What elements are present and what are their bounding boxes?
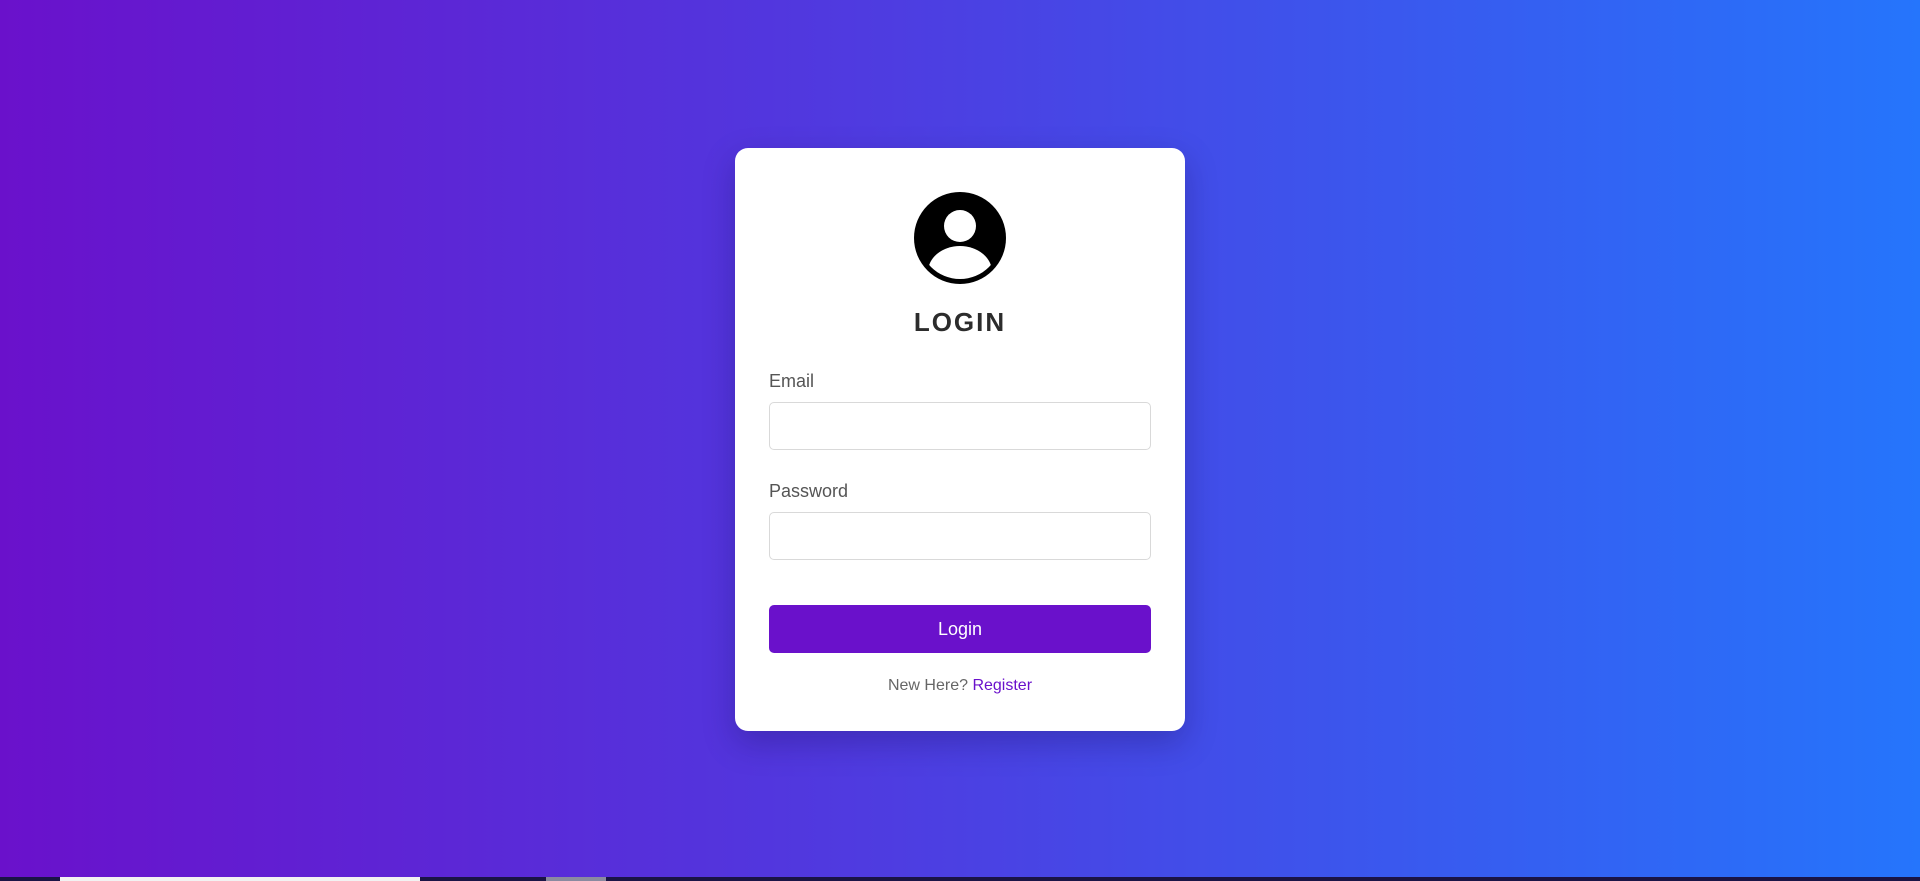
password-label: Password	[769, 481, 849, 501]
login-button[interactable]: Login	[769, 605, 1151, 653]
login-title: LOGIN	[913, 307, 1007, 337]
email-field[interactable]	[769, 402, 1151, 450]
user-avatar-icon	[914, 192, 1006, 284]
register-prompt-line: New Here? Register	[769, 677, 1151, 695]
login-form: Email Password Login	[769, 370, 1151, 653]
register-link[interactable]: Register	[972, 677, 1032, 694]
password-field[interactable]	[769, 512, 1151, 560]
register-prompt-text: New Here?	[887, 677, 968, 694]
login-card: LOGIN Email Password Login New Here? Reg…	[735, 148, 1185, 731]
email-label: Email	[769, 371, 815, 391]
bottom-bar-segment	[60, 877, 420, 881]
bottom-bar-segment	[546, 877, 606, 881]
